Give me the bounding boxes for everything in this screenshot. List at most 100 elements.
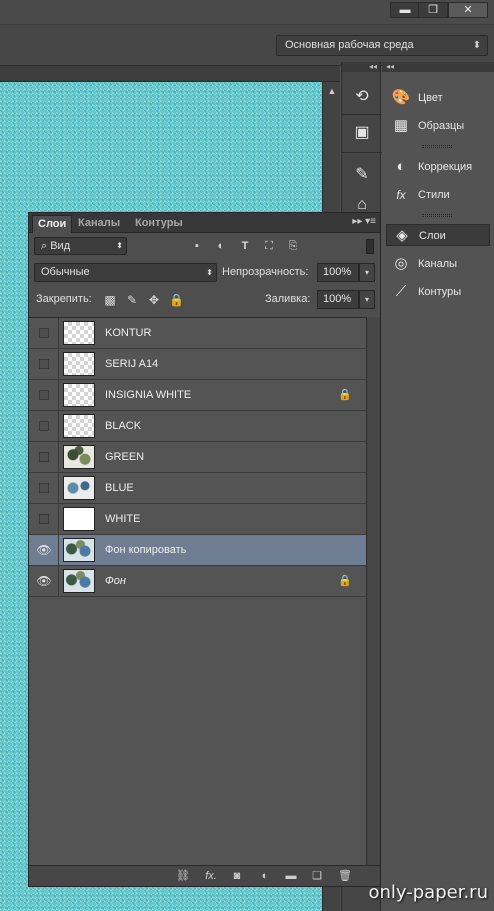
lock-transparent-icon[interactable]: ▩ <box>103 293 117 307</box>
styles-icon: fx <box>396 188 406 202</box>
panel-swatches[interactable]: ▦ Образцы <box>386 115 490 137</box>
panel-styles-label: Стили <box>418 189 450 201</box>
swatches-icon: ▦ <box>393 117 409 134</box>
shape-filter-icon[interactable]: ⛶ <box>261 239 277 253</box>
layer-name[interactable]: Фон <box>105 566 126 596</box>
blend-mode-select[interactable]: Обычные ⬍ <box>34 263 217 282</box>
lock-pixels-icon[interactable]: ✎ <box>125 293 139 307</box>
dock-expand-toggle[interactable]: ◂◂ <box>382 62 494 72</box>
layer-thumbnail[interactable] <box>63 507 95 531</box>
layer-row[interactable]: SERIJ A14 <box>29 349 366 380</box>
layer-row[interactable]: 👁 Фон копировать <box>29 535 366 566</box>
layers-panel-tabs: Слои Каналы Контуры ▸▸ ▾≡ <box>29 213 380 233</box>
panel-channels-label: Каналы <box>418 258 458 270</box>
new-layer-icon[interactable]: ❏ <box>309 869 325 884</box>
opacity-input[interactable]: 100% <box>317 263 359 282</box>
panel-group-grip[interactable] <box>422 214 452 217</box>
visibility-toggle[interactable] <box>29 318 59 348</box>
visibility-toggle[interactable] <box>29 504 59 534</box>
workspace-select[interactable]: Основная рабочая среда ⬍ <box>276 35 488 56</box>
link-layers-icon[interactable]: ⛓ <box>175 869 191 884</box>
panel-group-grip[interactable] <box>422 145 452 148</box>
layer-row[interactable]: GREEN <box>29 442 366 473</box>
layer-thumbnail[interactable] <box>63 445 95 469</box>
fill-dropdown-icon[interactable]: ▾ <box>359 290 375 309</box>
lock-icon: 🔒 <box>338 575 352 587</box>
panel-styles[interactable]: fx Стили <box>386 184 490 206</box>
dock-collapse-toggle[interactable]: ◂◂ <box>342 62 380 72</box>
visibility-toggle[interactable]: 👁 <box>29 566 59 596</box>
document-tab-strip <box>0 66 340 82</box>
visibility-empty-box <box>39 328 49 338</box>
adjustment-filter-icon[interactable]: ◐ <box>213 239 229 253</box>
fill-input[interactable]: 100% <box>317 290 359 309</box>
filter-toggle[interactable] <box>366 239 374 254</box>
layer-name[interactable]: GREEN <box>105 442 144 472</box>
lock-position-icon[interactable]: ✥ <box>147 293 161 307</box>
type-filter-icon[interactable]: T <box>237 239 253 253</box>
visibility-toggle[interactable] <box>29 473 59 503</box>
layer-row[interactable]: 👁 Фон 🔒 <box>29 566 366 597</box>
layer-name[interactable]: BLACK <box>105 411 141 441</box>
add-mask-icon[interactable]: ◙ <box>229 869 245 884</box>
layer-name[interactable]: Фон копировать <box>105 535 186 565</box>
panel-layers-label: Слои <box>419 230 446 242</box>
new-group-icon[interactable]: ▬ <box>283 869 299 884</box>
visibility-empty-box <box>39 514 49 524</box>
layer-name[interactable]: WHITE <box>105 504 140 534</box>
scroll-up-arrow-icon[interactable]: ▲ <box>323 86 341 96</box>
layer-style-icon[interactable]: fx. <box>203 869 219 884</box>
close-button[interactable]: ✕ <box>448 2 488 18</box>
layer-name[interactable]: SERIJ A14 <box>105 349 158 379</box>
layer-thumbnail[interactable] <box>63 569 95 593</box>
visibility-toggle[interactable]: 👁 <box>29 535 59 565</box>
layer-thumbnail[interactable] <box>63 321 95 345</box>
layer-thumbnail[interactable] <box>63 414 95 438</box>
3d-icon[interactable]: ▣ <box>348 120 376 146</box>
filter-kind-select[interactable]: ⌕ Вид ⬍ <box>34 237 127 255</box>
panel-paths[interactable]: ⟋ Контуры <box>386 281 490 303</box>
layer-row[interactable]: BLACK <box>29 411 366 442</box>
panel-color-label: Цвет <box>418 92 443 104</box>
panel-swatches-label: Образцы <box>418 120 465 132</box>
restore-button[interactable]: ❐ <box>418 2 448 18</box>
delete-layer-icon[interactable]: 🗑 <box>337 869 353 884</box>
panel-color[interactable]: 🎨 Цвет <box>386 87 490 109</box>
panel-layers[interactable]: ◈ Слои <box>386 224 490 246</box>
brush-presets-icon[interactable]: ✎ <box>348 162 376 188</box>
layer-row[interactable]: INSIGNIA WHITE 🔒 <box>29 380 366 411</box>
layer-thumbnail[interactable] <box>63 538 95 562</box>
layer-thumbnail[interactable] <box>63 383 95 407</box>
panel-adjustments[interactable]: ◐ Коррекция <box>386 156 490 178</box>
panel-channels[interactable]: ◎ Каналы <box>386 253 490 275</box>
new-adjustment-layer-icon[interactable]: ◐ <box>257 869 273 884</box>
layer-name[interactable]: KONTUR <box>105 318 151 348</box>
minimize-button[interactable]: ▬ <box>390 2 420 18</box>
layer-row[interactable]: WHITE <box>29 504 366 535</box>
smart-object-filter-icon[interactable]: ⎘ <box>285 239 301 253</box>
visibility-toggle[interactable] <box>29 411 59 441</box>
panel-menu-icon[interactable]: ▸▸ ▾≡ <box>352 216 376 227</box>
layer-name[interactable]: BLUE <box>105 473 134 503</box>
layer-row[interactable]: KONTUR <box>29 318 366 349</box>
panel-adjustments-label: Коррекция <box>418 161 473 173</box>
lock-all-icon[interactable]: 🔒 <box>169 293 184 307</box>
history-icon[interactable]: ⟲ <box>348 84 376 110</box>
layer-filter-row: ⌕ Вид ⬍ ▪ ◐ T ⛶ ⎘ <box>29 233 380 259</box>
layers-icon: ◈ <box>396 227 408 244</box>
tab-layers[interactable]: Слои <box>32 215 73 233</box>
tab-channels[interactable]: Каналы <box>73 215 125 233</box>
layer-thumbnail[interactable] <box>63 476 95 500</box>
tab-paths[interactable]: Контуры <box>130 215 188 233</box>
layer-row[interactable]: BLUE <box>29 473 366 504</box>
visibility-toggle[interactable] <box>29 349 59 379</box>
layer-thumbnail[interactable] <box>63 352 95 376</box>
opacity-dropdown-icon[interactable]: ▾ <box>359 263 375 282</box>
panel-paths-label: Контуры <box>418 286 462 298</box>
layer-name[interactable]: INSIGNIA WHITE <box>105 380 191 410</box>
visibility-toggle[interactable] <box>29 380 59 410</box>
visibility-toggle[interactable] <box>29 442 59 472</box>
pixel-filter-icon[interactable]: ▪ <box>189 239 205 253</box>
layer-list-scrollbar[interactable] <box>366 317 380 865</box>
filter-kind-label: Вид <box>50 240 71 252</box>
